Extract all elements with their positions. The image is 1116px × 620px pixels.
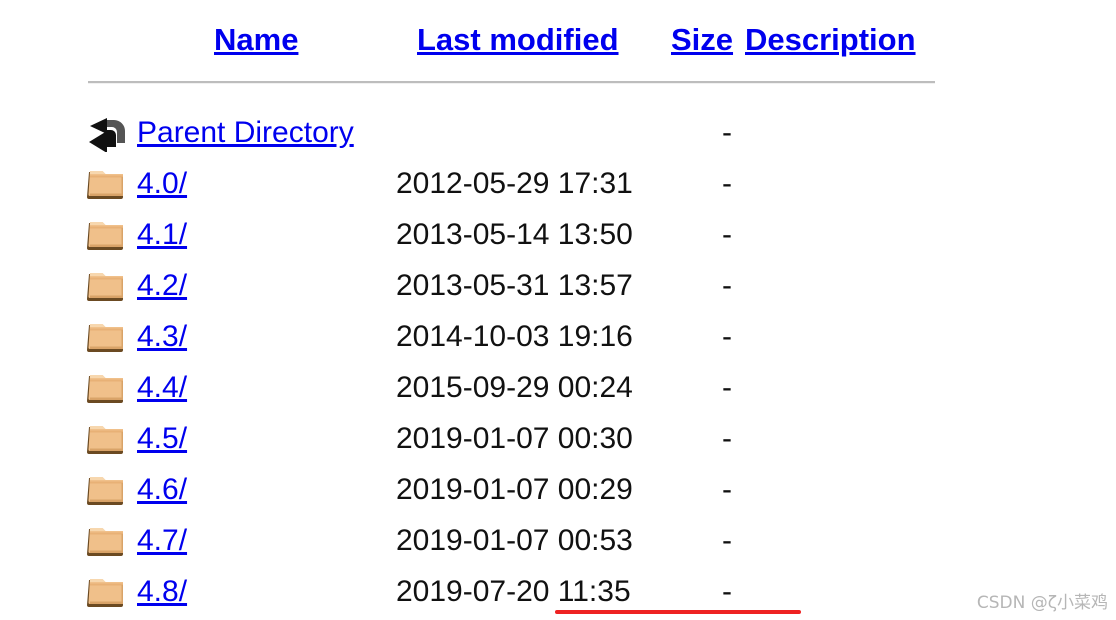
listing-row-last-modified: 2012-05-29 17:31 bbox=[396, 167, 633, 200]
directory-listing: Parent Directory -4.0/2012-05-29 17:31-4.… bbox=[0, 110, 1116, 620]
folder-icon[interactable] bbox=[86, 473, 128, 509]
folder-icon[interactable] bbox=[86, 167, 128, 203]
listing-row-last-modified: 2014-10-03 19:16 bbox=[396, 320, 633, 353]
listing-row-name-link[interactable]: 4.6/ bbox=[137, 467, 187, 518]
folder-icon[interactable] bbox=[86, 575, 128, 611]
listing-row-name-link[interactable]: 4.3/ bbox=[137, 314, 187, 365]
listing-column-headers: Name Last modified Size Description bbox=[0, 18, 1116, 62]
listing-row-size: - bbox=[722, 116, 732, 149]
listing-row: 4.6/2019-01-07 00:29 - bbox=[0, 467, 1116, 518]
listing-row: 4.1/2013-05-14 13:50 - bbox=[0, 212, 1116, 263]
listing-row-last-modified: 2013-05-14 13:50 bbox=[396, 218, 633, 251]
listing-row-last-modified: 2019-01-07 00:29 bbox=[396, 473, 633, 506]
listing-row-size: - bbox=[722, 473, 732, 506]
listing-row-size: - bbox=[722, 269, 732, 302]
column-header-description[interactable]: Description bbox=[745, 18, 916, 62]
listing-row-size: - bbox=[722, 524, 732, 557]
listing-row: 4.0/2012-05-29 17:31 - bbox=[0, 161, 1116, 212]
folder-icon[interactable] bbox=[86, 422, 128, 458]
folder-icon[interactable] bbox=[86, 218, 128, 254]
back-arrow-icon[interactable] bbox=[86, 116, 128, 152]
column-header-last-modified[interactable]: Last modified bbox=[417, 18, 619, 62]
listing-row-name-link[interactable]: 4.2/ bbox=[137, 263, 187, 314]
listing-row-last-modified: 2015-09-29 00:24 bbox=[396, 371, 633, 404]
listing-row: 4.5/2019-01-07 00:30 - bbox=[0, 416, 1116, 467]
listing-row-last-modified: 2019-01-07 00:30 bbox=[396, 422, 633, 455]
listing-row-size: - bbox=[722, 218, 732, 251]
listing-row-size: - bbox=[722, 422, 732, 455]
listing-row-name-link[interactable]: 4.8/ bbox=[137, 569, 187, 620]
listing-row: 4.7/2019-01-07 00:53 - bbox=[0, 518, 1116, 569]
listing-row-name-link[interactable]: 4.4/ bbox=[137, 365, 187, 416]
column-header-size[interactable]: Size bbox=[671, 18, 733, 62]
listing-row-size: - bbox=[722, 167, 732, 200]
listing-row-last-modified: 2013-05-31 13:57 bbox=[396, 269, 633, 302]
column-header-name[interactable]: Name bbox=[214, 18, 298, 62]
folder-icon[interactable] bbox=[86, 320, 128, 356]
listing-row-size: - bbox=[722, 371, 732, 404]
listing-row: 4.3/2014-10-03 19:16 - bbox=[0, 314, 1116, 365]
listing-row-name-link[interactable]: 4.0/ bbox=[137, 161, 187, 212]
listing-row-last-modified: 2019-01-07 00:53 bbox=[396, 524, 633, 557]
red-highlight-underline bbox=[555, 610, 801, 614]
listing-row: 4.2/2013-05-31 13:57 - bbox=[0, 263, 1116, 314]
folder-icon[interactable] bbox=[86, 371, 128, 407]
csdn-watermark: CSDN @ζ小菜鸡 bbox=[976, 593, 1108, 613]
folder-icon[interactable] bbox=[86, 524, 128, 560]
listing-row-size: - bbox=[722, 320, 732, 353]
listing-row-name-link[interactable]: 4.5/ bbox=[137, 416, 187, 467]
folder-icon[interactable] bbox=[86, 269, 128, 305]
listing-row: Parent Directory - bbox=[0, 110, 1116, 161]
header-separator-rule bbox=[88, 81, 935, 84]
listing-row-name-link[interactable]: 4.1/ bbox=[137, 212, 187, 263]
listing-row-name-link[interactable]: Parent Directory bbox=[137, 110, 354, 161]
listing-row: 4.4/2015-09-29 00:24 - bbox=[0, 365, 1116, 416]
listing-row-name-link[interactable]: 4.7/ bbox=[137, 518, 187, 569]
